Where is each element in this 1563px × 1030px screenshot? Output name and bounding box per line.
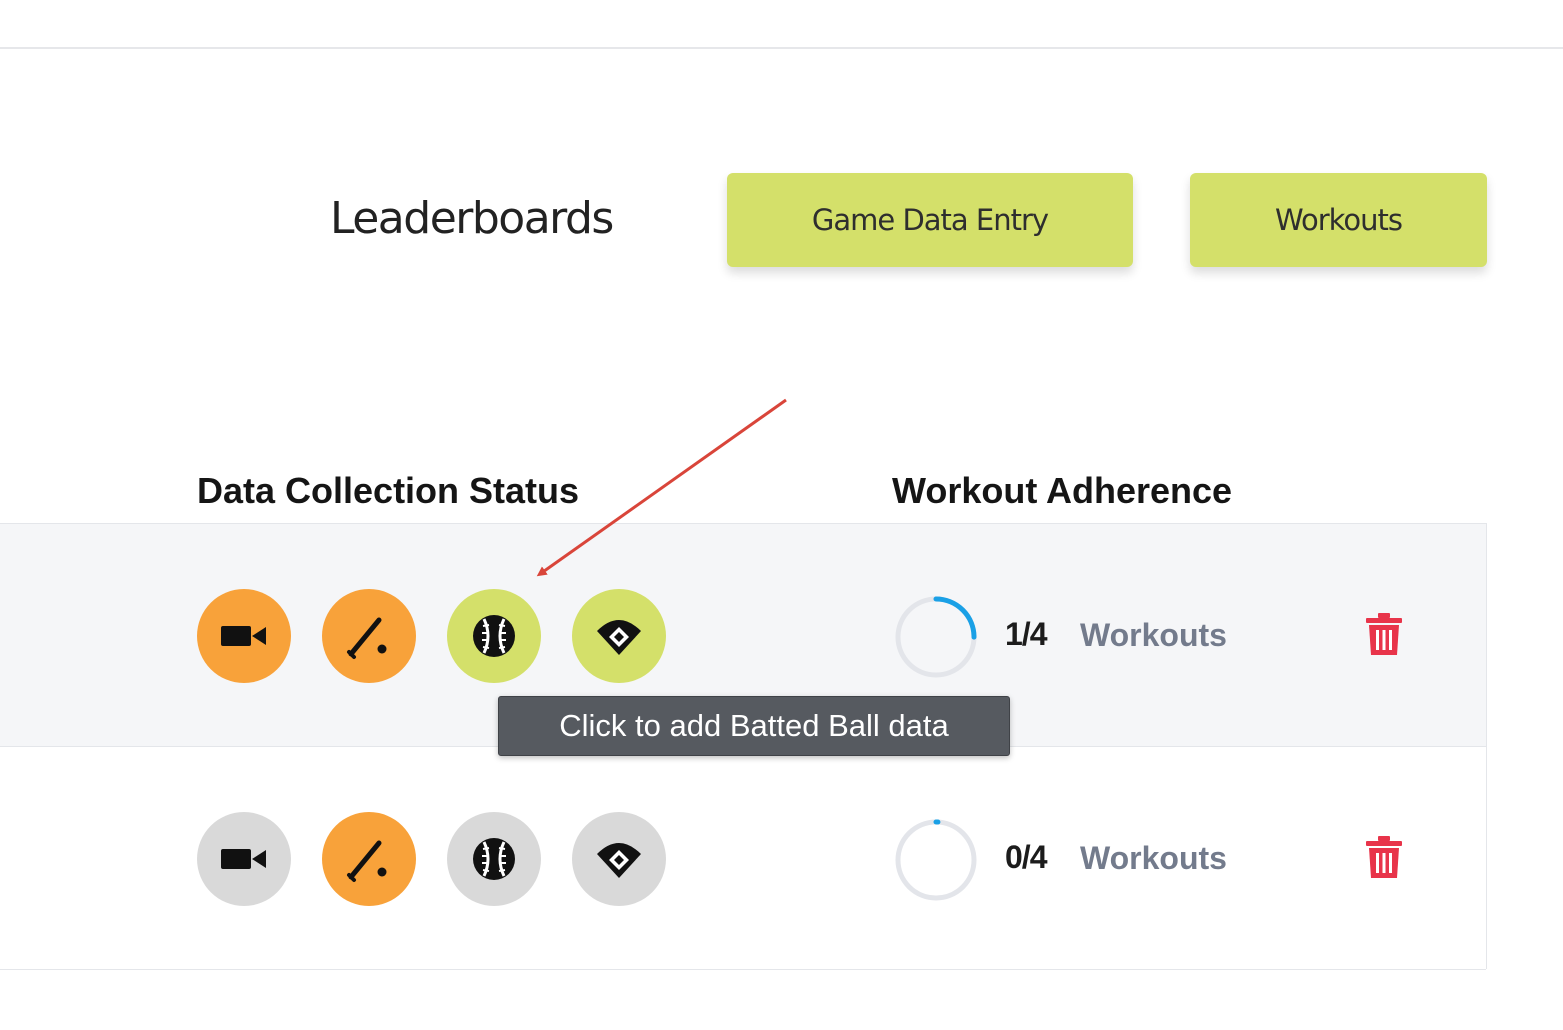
field-status-button[interactable] (572, 589, 666, 683)
video-camera-icon (221, 626, 266, 646)
baseball-bat-icon (347, 840, 387, 882)
baseball-diamond-icon (597, 843, 641, 878)
baseball-icon (473, 838, 515, 880)
table-row: 0/4 Workouts (0, 746, 1487, 969)
video-camera-icon (221, 849, 266, 869)
workout-progress-ring (895, 596, 977, 678)
batted-ball-tooltip: Click to add Batted Ball data (498, 696, 1010, 756)
batted-ball-status-button[interactable] (447, 812, 541, 906)
table-row (0, 969, 1486, 1030)
baseball-diamond-icon (597, 620, 641, 655)
video-status-button[interactable] (197, 812, 291, 906)
hitting-status-button[interactable] (322, 812, 416, 906)
leaderboards-link[interactable]: Leaderboards (330, 191, 614, 247)
baseball-icon (473, 615, 515, 657)
game-data-entry-button[interactable]: Game Data Entry (727, 173, 1133, 267)
workout-count-label: Workouts (1080, 617, 1227, 653)
workouts-button[interactable]: Workouts (1190, 173, 1487, 267)
delete-icon[interactable] (1365, 835, 1403, 879)
workout-count: 0/4 (1005, 839, 1047, 875)
players-table: 1/4 Workouts 0/4 Workouts (0, 523, 1487, 1030)
workout-count-label: Workouts (1080, 840, 1227, 876)
baseball-bat-icon (347, 617, 387, 659)
data-collection-status-header: Data Collection Status (197, 470, 580, 511)
workout-adherence-header: Workout Adherence (892, 470, 1233, 511)
top-divider (0, 47, 1563, 49)
workout-progress-ring (895, 819, 977, 901)
field-status-button[interactable] (572, 812, 666, 906)
batted-ball-status-button[interactable] (447, 589, 541, 683)
hitting-status-button[interactable] (322, 589, 416, 683)
delete-icon[interactable] (1365, 612, 1403, 656)
workout-count: 1/4 (1005, 616, 1047, 652)
video-status-button[interactable] (197, 589, 291, 683)
